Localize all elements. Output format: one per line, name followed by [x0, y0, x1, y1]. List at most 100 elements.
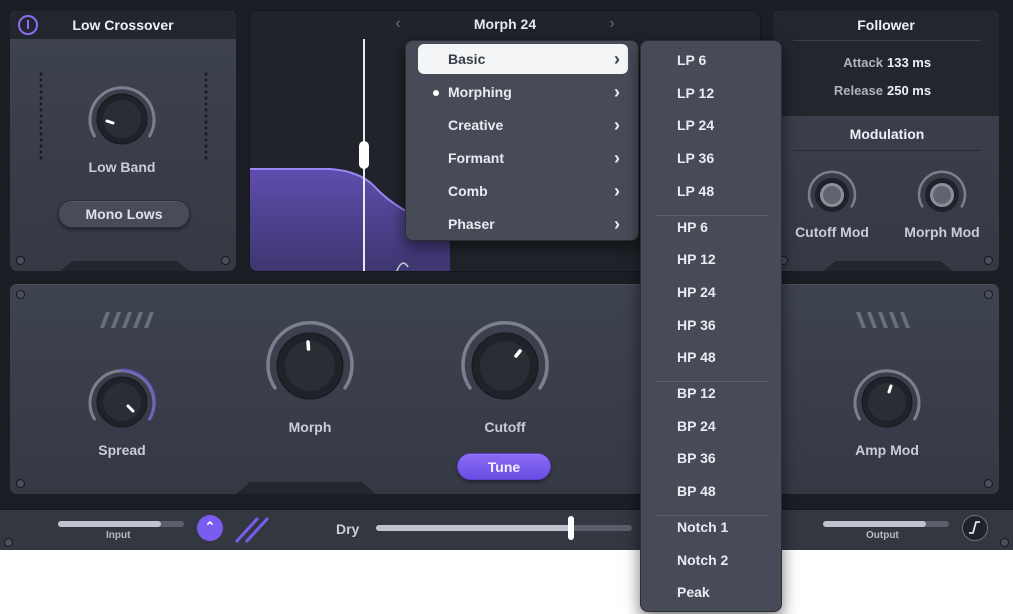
chevron-right-icon: ›: [614, 214, 620, 234]
screw: [984, 479, 993, 488]
amp-mod-label: Amp Mod: [855, 442, 919, 458]
follower-panel: Follower Attack 133 ms Release 250 ms Mo…: [772, 10, 1000, 272]
output-meter[interactable]: [823, 521, 949, 527]
filter-type-option[interactable]: HP 36: [677, 315, 716, 335]
menu-item-label: Morphing: [448, 84, 512, 100]
attack-value[interactable]: 133 ms: [887, 55, 957, 70]
chevron-right-icon: ›: [614, 115, 620, 135]
cutoff-mod-label: Cutoff Mod: [795, 224, 869, 240]
filter-type-option[interactable]: LP 24: [677, 115, 714, 135]
output-meter-fill: [823, 521, 927, 527]
menu-item-phaser[interactable]: Phaser ›: [418, 209, 628, 239]
morph-mod-label: Morph Mod: [904, 224, 980, 240]
menu-item-formant[interactable]: Formant ›: [418, 143, 628, 173]
panel-notch: [60, 261, 190, 271]
follower-title: Follower: [857, 17, 915, 33]
divider: [793, 150, 981, 151]
cutoff-mod-knob[interactable]: [803, 166, 861, 224]
main-panel: Spread Morph Cutoff Tune Amp Mod: [9, 283, 1000, 495]
filter-type-option[interactable]: BP 24: [677, 416, 716, 436]
menu-separator: [655, 514, 769, 516]
chevron-right-icon: ›: [614, 49, 620, 69]
chevron-left-icon[interactable]: ‹: [388, 11, 408, 37]
menu-separator: [655, 214, 769, 216]
modulation-title: Modulation: [849, 126, 925, 142]
output-label: Output: [866, 530, 899, 541]
dry-label: Dry: [336, 521, 360, 537]
decor-stripes-bottom: [234, 516, 270, 544]
menu-item-label: Basic: [448, 51, 486, 67]
release-value[interactable]: 250 ms: [887, 83, 957, 98]
filter-type-option[interactable]: HP 6: [677, 217, 708, 237]
morph-knob[interactable]: [258, 314, 362, 418]
morph-mod-knob[interactable]: [913, 166, 971, 224]
filter-type-option[interactable]: LP 6: [677, 50, 706, 70]
screw: [4, 538, 13, 547]
amp-mod-knob[interactable]: [847, 362, 927, 442]
input-meter-fill: [58, 521, 162, 527]
filter-type-submenu: LP 6 LP 12 LP 24 LP 36 LP 48 HP 6 HP 12 HP 24 HP…: [640, 40, 782, 612]
filter-type-option[interactable]: LP 48: [677, 181, 714, 201]
menu-item-morphing[interactable]: Morphing ›: [418, 77, 628, 107]
chevron-right-icon[interactable]: ›: [602, 11, 622, 37]
low-crossover-panel: Low Crossover Low Band Mono Lows: [9, 10, 237, 272]
filter-type-option[interactable]: HP 24: [677, 282, 716, 302]
filter-type-option[interactable]: BP 12: [677, 383, 716, 403]
decor-stripes-left: [100, 312, 154, 328]
spread-knob[interactable]: [82, 362, 162, 442]
filter-type-option[interactable]: Notch 1: [677, 517, 728, 537]
curve-icon[interactable]: [962, 515, 988, 541]
tune-button[interactable]: Tune: [457, 453, 551, 480]
preset-name[interactable]: Morph 24: [250, 11, 760, 37]
power-icon[interactable]: [18, 15, 38, 35]
menu-item-label: Creative: [448, 117, 504, 133]
chevron-up-double-icon[interactable]: ⌃: [197, 515, 223, 541]
spread-label: Spread: [98, 442, 146, 458]
filter-type-option[interactable]: BP 36: [677, 448, 716, 468]
panel-notch: [236, 482, 376, 494]
mono-lows-button[interactable]: Mono Lows: [58, 200, 190, 228]
menu-item-creative[interactable]: Creative ›: [418, 110, 628, 140]
chevron-right-icon: ›: [614, 148, 620, 168]
menu-item-label: Formant: [448, 150, 504, 166]
menu-separator: [655, 381, 769, 382]
menu-item-comb[interactable]: Comb ›: [418, 176, 628, 206]
filter-category-menu: Basic › Morphing › Creative › Formant › Comb › Pha…: [405, 40, 639, 241]
meter-dots-left: [38, 71, 44, 163]
filter-type-option[interactable]: BP 48: [677, 481, 716, 501]
menu-item-basic[interactable]: Basic ›: [418, 44, 628, 74]
filter-type-option[interactable]: HP 48: [677, 347, 716, 367]
decor-stripes-right: [856, 312, 910, 328]
divider: [793, 40, 981, 41]
cutoff-handle[interactable]: [359, 141, 369, 169]
screw: [984, 290, 993, 299]
cutoff-knob[interactable]: [453, 314, 557, 418]
morph-label: Morph: [288, 419, 332, 435]
meter-dots-right: [203, 71, 209, 163]
dry-wet-slider[interactable]: [376, 525, 632, 531]
menu-item-label: Comb: [448, 183, 488, 199]
dry-wet-fill: [376, 525, 571, 531]
chevron-right-icon: ›: [614, 82, 620, 102]
release-label: Release: [833, 83, 883, 98]
menu-item-label: Phaser: [448, 216, 495, 232]
input-meter[interactable]: [58, 521, 184, 527]
bottom-bar: Input ⌃ Dry Output: [0, 509, 1013, 550]
screw: [16, 290, 25, 299]
filter-type-option[interactable]: HP 12: [677, 249, 716, 269]
dry-wet-handle[interactable]: [567, 516, 574, 540]
low-band-knob[interactable]: [82, 79, 162, 159]
filter-type-option[interactable]: Peak: [677, 582, 710, 602]
screw: [984, 256, 993, 265]
attack-label: Attack: [843, 55, 883, 70]
panel-notch: [823, 261, 953, 271]
screw: [16, 479, 25, 488]
screw: [16, 256, 25, 265]
chevron-right-icon: ›: [614, 181, 620, 201]
filter-type-option[interactable]: Notch 2: [677, 550, 728, 570]
selected-bullet-icon: [433, 90, 439, 96]
filter-type-option[interactable]: LP 12: [677, 83, 714, 103]
input-label: Input: [106, 530, 131, 541]
screw: [221, 256, 230, 265]
filter-type-option[interactable]: LP 36: [677, 148, 714, 168]
